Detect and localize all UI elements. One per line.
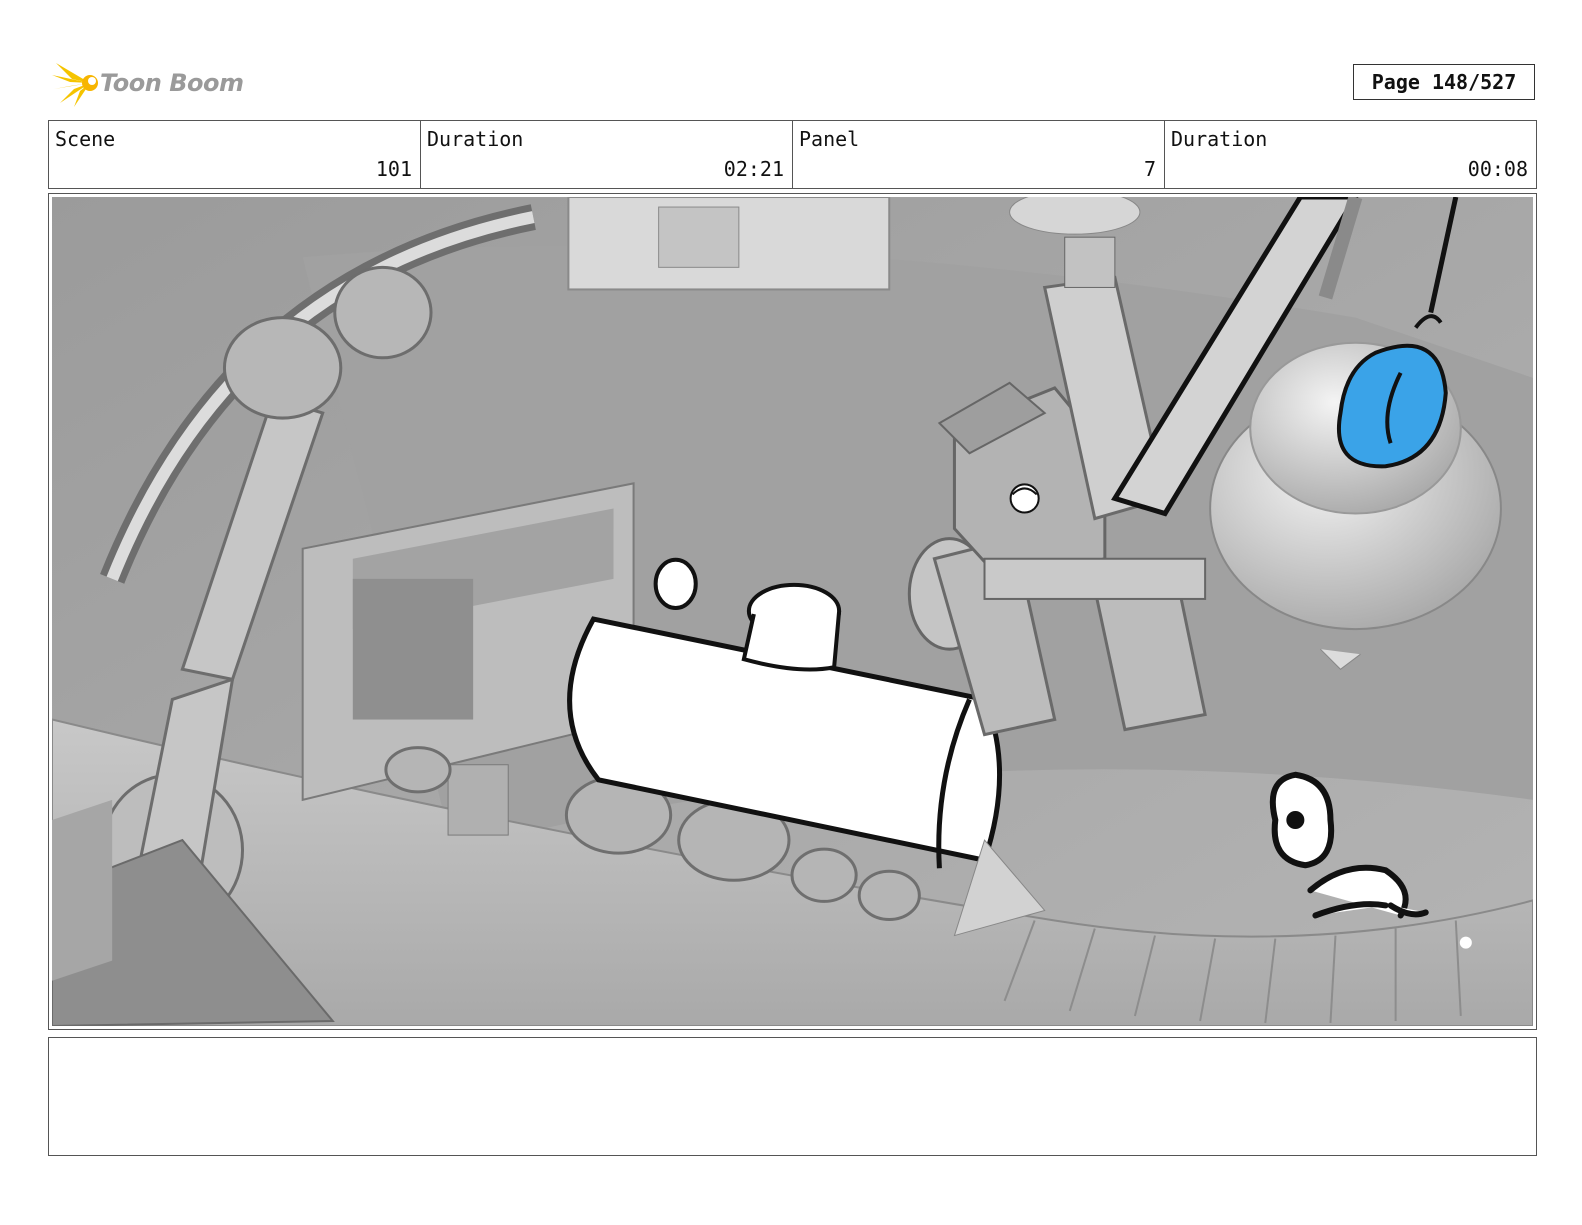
- small-dot: [1459, 936, 1472, 949]
- storyboard-panel-image: [52, 197, 1533, 1026]
- panel-label: Panel: [799, 127, 860, 151]
- panel-duration-value: 00:08: [1467, 157, 1528, 181]
- scene-duration-label: Duration: [427, 127, 524, 151]
- info-table: Scene 101 Duration 02:21 Panel 7 Duratio…: [48, 120, 1537, 189]
- notes-box: [48, 1037, 1537, 1156]
- logo-text: Toon Boom: [100, 68, 244, 97]
- storyboard-panel: [48, 193, 1537, 1030]
- driver-sketch: [1009, 483, 1040, 514]
- panel-duration-label: Duration: [1171, 127, 1268, 151]
- scene-duration-cell: Duration 02:21: [421, 121, 793, 188]
- scene-value: 101: [375, 157, 412, 181]
- page-indicator: Page 148/527: [1353, 64, 1535, 100]
- panel-value: 7: [1143, 157, 1156, 181]
- panel-duration-cell: Duration 00:08: [1165, 121, 1536, 188]
- toon-boom-starburst-icon: [52, 62, 98, 107]
- scene-label: Scene: [55, 127, 116, 151]
- scene-duration-value: 02:21: [723, 157, 784, 181]
- scene-cell: Scene 101: [49, 121, 421, 188]
- panel-cell: Panel 7: [793, 121, 1165, 188]
- toon-boom-logo: Toon Boom: [50, 55, 250, 110]
